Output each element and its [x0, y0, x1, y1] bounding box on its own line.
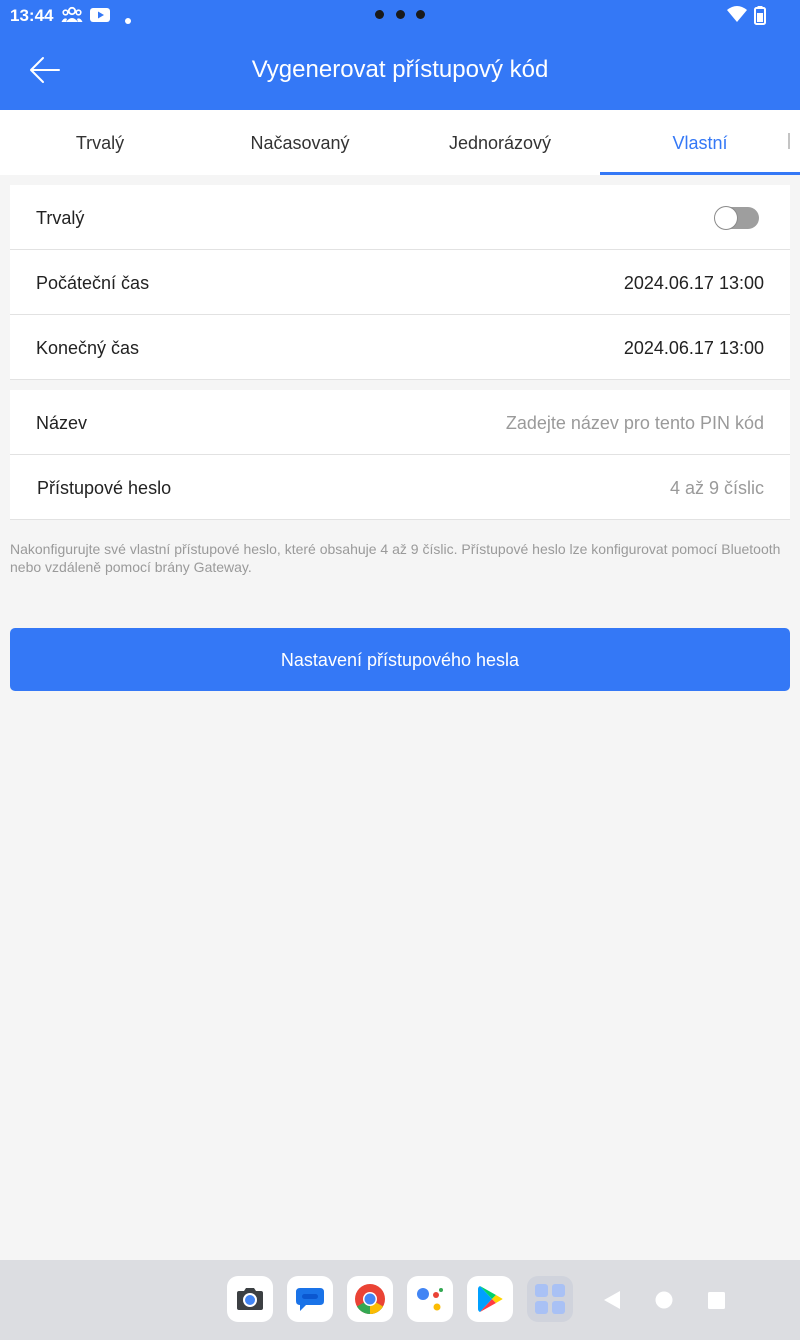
password-input[interactable]: 4 až 9 číslic: [670, 455, 764, 521]
play-store-icon: [478, 1286, 503, 1312]
wifi-icon: [726, 5, 748, 28]
tab-scroll-edge: [788, 133, 790, 149]
permanent-row: Trvalý: [10, 185, 790, 250]
system-navigation-bar: [0, 1260, 800, 1340]
recents-square-icon[interactable]: [708, 1292, 725, 1309]
name-row[interactable]: Název Zadejte název pro tento PIN kód: [10, 390, 790, 455]
tab-custom[interactable]: Vlastní: [600, 110, 800, 175]
app-drawer-icon: [535, 1284, 565, 1314]
password-row[interactable]: Přístupové heslo 4 až 9 číslic: [10, 455, 790, 520]
tab-scheduled[interactable]: Načasovaný: [200, 110, 400, 175]
people-icon: [61, 6, 83, 29]
end-time-value: 2024.06.17 13:00: [623, 338, 764, 358]
details-card: Název Zadejte název pro tento PIN kód Př…: [10, 390, 790, 520]
dot-icon: [124, 12, 132, 30]
camera-app[interactable]: [227, 1276, 273, 1322]
app-drawer[interactable]: [527, 1276, 573, 1322]
youtube-icon: [89, 6, 111, 29]
end-time-row[interactable]: Konečný čas 2024.06.17 13:00: [10, 315, 790, 380]
name-input[interactable]: Zadejte název pro tento PIN kód: [506, 390, 764, 456]
status-bar: 13:44: [0, 0, 800, 32]
tab-bar: Trvalý Načasovaný Jednorázový Vlastní: [0, 110, 800, 175]
permanent-label: Trvalý: [36, 208, 85, 228]
camera-cutout: [372, 10, 432, 20]
start-time-row[interactable]: Počáteční čas 2024.06.17 13:00: [10, 250, 790, 315]
hint-text: Nakonfigurujte své vlastní přístupové he…: [10, 541, 781, 575]
chrome-app[interactable]: [347, 1276, 393, 1322]
battery-icon: [753, 5, 767, 30]
assistant-app[interactable]: [407, 1276, 453, 1322]
chrome-icon: [355, 1284, 385, 1315]
page-title: Vygenerovat přístupový kód: [251, 56, 549, 83]
tab-one-time[interactable]: Jednorázový: [400, 110, 600, 175]
app-header: 13:44 Vygenerovat přístupový kód: [0, 0, 800, 110]
end-time-label: Konečný čas: [36, 338, 140, 358]
toggle-knob: [715, 207, 737, 229]
back-triangle-icon[interactable]: [602, 1290, 622, 1310]
tab-permanent[interactable]: Trvalý: [0, 110, 200, 175]
time-settings-card: Trvalý Počáteční čas 2024.06.17 13:00 Ko…: [10, 185, 790, 380]
start-time-value: 2024.06.17 13:00: [623, 273, 764, 293]
status-time: 13:44: [10, 6, 54, 25]
start-time-label: Počáteční čas: [36, 273, 150, 293]
messages-icon: [296, 1288, 324, 1311]
messages-app[interactable]: [287, 1276, 333, 1322]
permanent-toggle[interactable]: [715, 207, 759, 229]
name-label: Název: [36, 413, 88, 433]
assistant-icon: [417, 1288, 443, 1311]
password-label: Přístupové heslo: [37, 478, 172, 498]
camera-icon: [237, 1288, 263, 1310]
play-store-app[interactable]: [467, 1276, 513, 1322]
home-circle-icon[interactable]: [655, 1291, 673, 1309]
set-password-button[interactable]: Nastavení přístupového hesla: [10, 628, 790, 691]
